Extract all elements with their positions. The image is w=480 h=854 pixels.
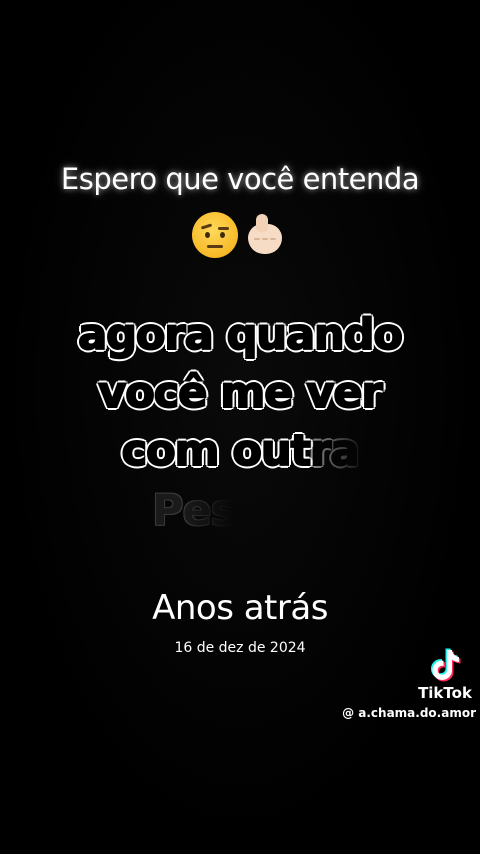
tiktok-logo-icon bbox=[431, 648, 461, 682]
memory-title: Anos atrás bbox=[152, 588, 328, 628]
lyric-line-2: você me ver bbox=[97, 367, 384, 419]
creator-handle: @ a.chama.do.amor bbox=[342, 706, 476, 720]
face-with-raised-eyebrow-icon bbox=[192, 212, 238, 258]
lyric-line-1: agora quando bbox=[77, 309, 404, 361]
lyric-line-3-fading: ra bbox=[309, 425, 360, 477]
tiktok-brand-label: TikTok bbox=[418, 684, 472, 702]
lyric-line-3-main: com out bbox=[121, 425, 313, 477]
emoji-row bbox=[0, 212, 480, 264]
memory-date: 16 de dez de 2024 bbox=[174, 640, 306, 656]
video-frame[interactable]: Espero que você entenda agora quando voc… bbox=[0, 0, 480, 854]
caption-text: Espero que você entenda bbox=[60, 162, 420, 196]
pointing-hand-icon bbox=[242, 212, 288, 258]
lyric-line-3: com outra bbox=[0, 425, 480, 477]
lyric-line-4-fading: Pes bbox=[152, 486, 236, 536]
